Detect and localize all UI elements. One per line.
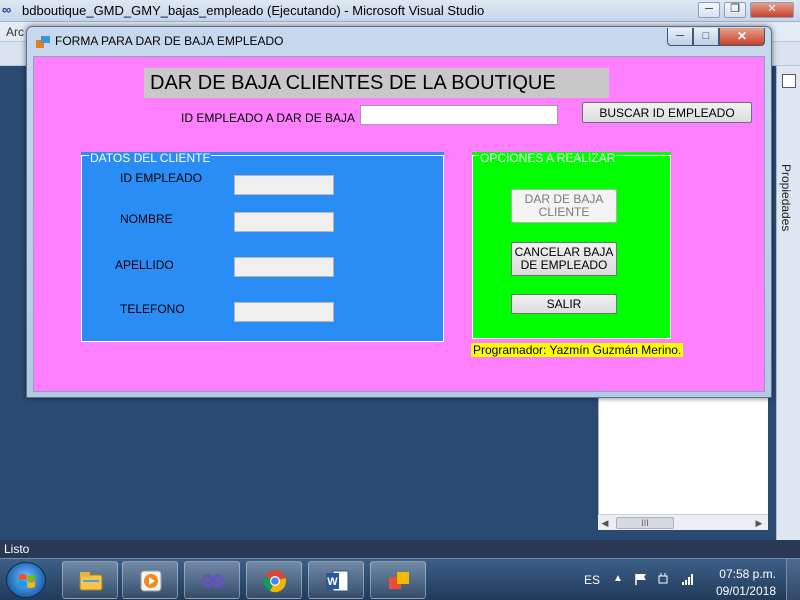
form-minimize-button[interactable]: ─ — [667, 28, 693, 46]
apellido-field[interactable] — [234, 257, 334, 277]
search-id-label: ID EMPLEADO A DAR DE BAJA — [181, 111, 356, 125]
power-plug-icon[interactable] — [656, 573, 670, 585]
signal-strength-icon[interactable] — [681, 573, 695, 585]
vs-horizontal-scrollbar[interactable]: ◀ III ▶ — [598, 514, 768, 530]
windows-flag-icon — [19, 574, 35, 589]
taskbar: W ES ▲ 07:58 p.m. 09/01/2018 — [0, 558, 800, 600]
taskbar-chrome[interactable] — [246, 561, 302, 599]
id-empleado-field[interactable] — [234, 175, 334, 195]
client-data-group: DATOS DEL CLIENTE ID EMPLEADO NOMBRE APE… — [81, 151, 444, 342]
vs-side-panel: Propiedades — [776, 66, 800, 540]
search-id-input[interactable] — [360, 105, 558, 125]
exit-button[interactable]: SALIR — [511, 294, 617, 314]
options-group: OPCIONES A REALIZAR DAR DE BAJA CLIENTE … — [472, 151, 671, 339]
properties-tab[interactable]: Propiedades — [779, 164, 793, 231]
remove-client-button[interactable]: DAR DE BAJA CLIENTE — [511, 189, 617, 223]
vs-restore-button[interactable]: ❐ — [724, 2, 746, 18]
start-orb-icon[interactable] — [6, 562, 46, 598]
scroll-left-icon[interactable]: ◀ — [598, 516, 612, 530]
taskbar-running-app[interactable] — [370, 561, 426, 599]
field-label-id-empleado: ID EMPLEADO — [120, 171, 203, 185]
chrome-icon — [263, 570, 286, 593]
vs-minimize-button[interactable]: ─ — [698, 2, 720, 18]
form-app-icon — [36, 36, 50, 48]
form-close-button[interactable]: ✕ — [719, 28, 765, 46]
clock-date[interactable]: 09/01/2018 — [712, 584, 776, 598]
nombre-field[interactable] — [234, 212, 334, 232]
show-desktop-button[interactable] — [786, 559, 800, 600]
word-icon: W — [326, 570, 349, 592]
visual-studio-logo-icon: ∞ — [2, 2, 12, 17]
language-indicator[interactable]: ES — [584, 573, 600, 587]
form-window-title: FORMA PARA DAR DE BAJA EMPLEADO — [55, 34, 284, 48]
search-employee-button[interactable]: BUSCAR ID EMPLEADO — [582, 102, 752, 123]
field-label-telefono: TELEFONO — [120, 302, 185, 316]
cancel-removal-button[interactable]: CANCELAR BAJA DE EMPLEADO — [511, 242, 617, 276]
vs-menu-item-archivo[interactable]: Arc — [6, 25, 24, 39]
media-player-icon — [140, 570, 162, 592]
vs-editor-pane — [598, 396, 768, 530]
field-label-apellido: APELLIDO — [115, 258, 174, 272]
action-center-flag-icon[interactable] — [634, 573, 648, 585]
vs-close-button[interactable]: ✕ — [750, 2, 794, 18]
field-label-nombre: NOMBRE — [120, 212, 173, 226]
form-maximize-button[interactable]: □ — [693, 28, 719, 46]
page-title: DAR DE BAJA CLIENTES DE LA BOUTIQUE — [144, 68, 609, 98]
form-window: FORMA PARA DAR DE BAJA EMPLEADO ─ □ ✕ DA… — [26, 26, 772, 398]
vs-status-bar: Listo — [0, 540, 800, 558]
taskbar-file-explorer[interactable] — [62, 561, 118, 599]
svg-text:W: W — [327, 576, 338, 588]
taskbar-word[interactable]: W — [308, 561, 364, 599]
running-app-icon — [389, 572, 409, 589]
visual-studio-icon — [201, 574, 225, 588]
vs-status-text: Listo — [4, 542, 30, 556]
taskbar-media-player[interactable] — [122, 561, 178, 599]
telefono-field[interactable] — [234, 302, 334, 322]
vs-title-bar: ∞ bdboutique_GMD_GMY_bajas_empleado (Eje… — [0, 0, 800, 22]
clock-time[interactable]: 07:58 p.m. — [712, 567, 776, 581]
programmer-credit: Programador: Yazmín Guzmán Merino. — [471, 343, 684, 357]
scroll-thumb[interactable]: III — [616, 517, 674, 529]
client-group-title: DATOS DEL CLIENTE — [89, 151, 212, 165]
options-group-title: OPCIONES A REALIZAR — [479, 151, 617, 165]
vs-window-title: bdboutique_GMD_GMY_bajas_empleado (Ejecu… — [22, 3, 485, 18]
show-hidden-icons-icon[interactable]: ▲ — [613, 573, 627, 585]
file-explorer-icon — [79, 572, 103, 591]
properties-icon[interactable] — [782, 74, 796, 88]
form-client-area: DAR DE BAJA CLIENTES DE LA BOUTIQUE ID E… — [33, 56, 765, 392]
scroll-right-icon[interactable]: ▶ — [752, 516, 766, 530]
taskbar-visual-studio[interactable] — [184, 561, 240, 599]
